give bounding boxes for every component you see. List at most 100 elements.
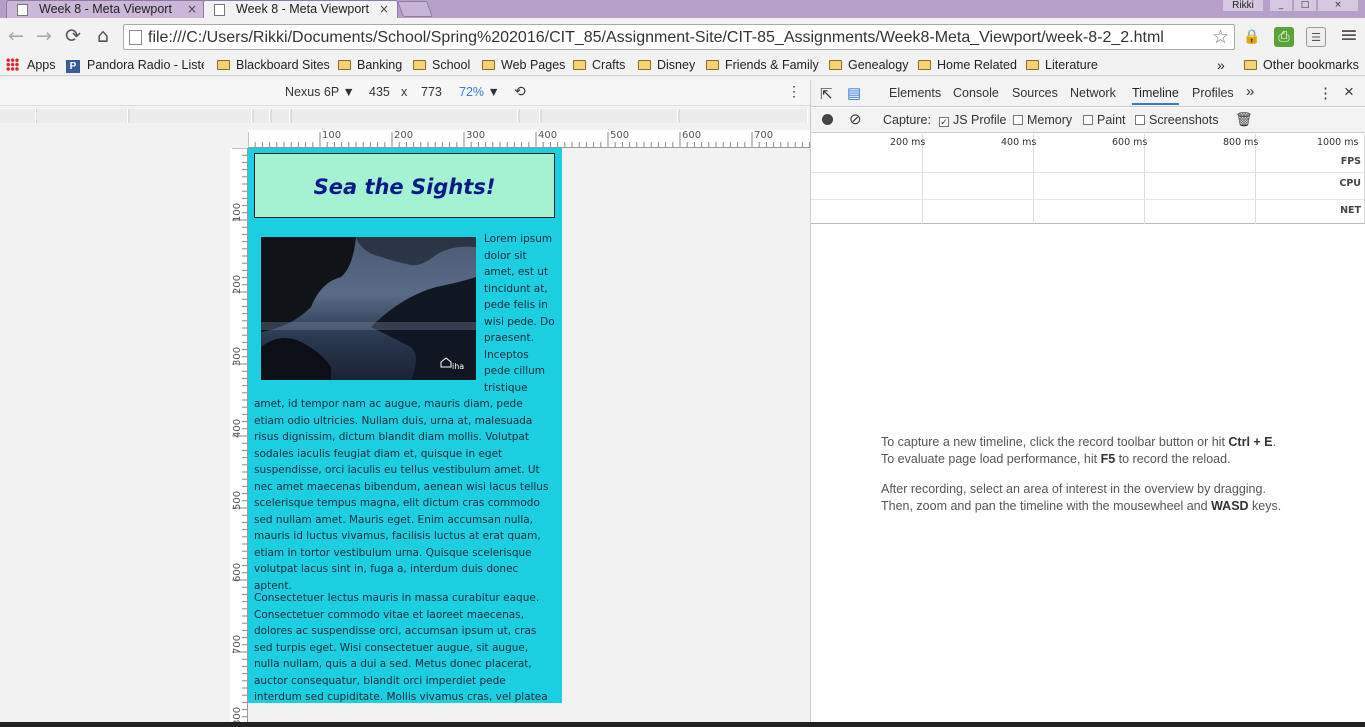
lane-label-net: NET [1340,205,1361,216]
hint-line-2: To evaluate page load performance, hit F… [881,452,1231,466]
device-mode-icon[interactable]: ▤ [847,84,861,102]
tab-timeline[interactable]: Timeline [1132,86,1179,105]
bookmark-folder[interactable]: Home Related [918,57,1017,73]
reader-extension-icon[interactable]: ☰ [1306,27,1326,47]
bookmark-pandora[interactable]: P Pandora Radio - Liste [66,57,204,73]
profile-name[interactable]: Rikki [1223,0,1263,11]
rotate-icon[interactable]: ⟲ [514,83,526,100]
checkbox-memory[interactable]: Memory [1013,113,1072,127]
ruler-label: 400 [538,130,558,141]
apps-grid-icon [6,58,19,71]
trash-icon[interactable]: 🗑 [1235,111,1253,128]
bookmark-star-icon[interactable]: ☆ [1212,26,1229,48]
ruler-label: 500 [610,130,630,141]
bookmark-folder[interactable]: Genealogy [829,57,908,73]
folder-icon [482,60,495,70]
bookmark-folder[interactable]: Disney [638,57,695,73]
print-extension-icon[interactable]: ⎙ [1274,27,1294,47]
bookmark-folder[interactable]: Literature [1026,57,1098,73]
zoom-select[interactable]: 72% ▼ [459,85,500,99]
page-favicon-icon [214,4,225,16]
lane-label-cpu: CPU [1339,178,1361,189]
emulated-viewport[interactable]: Sea the Sights! iha Lorem ipsum dolor si… [248,148,562,703]
checkbox-js-profile[interactable]: ✓ JS Profile [939,113,1007,127]
tab-console[interactable]: Console [953,86,999,100]
taskbar-edge [0,722,1365,727]
viewport-height[interactable]: 773 [421,85,442,99]
tab-network[interactable]: Network [1070,86,1116,100]
record-icon[interactable] [822,114,833,125]
bookmark-apps[interactable]: Apps [6,57,56,73]
address-bar[interactable]: file:///C:/Users/Rikki/Documents/School/… [123,24,1235,50]
window-close-icon[interactable]: × [1318,0,1358,11]
time-mark: 600 ms [1112,137,1148,148]
tab-sources[interactable]: Sources [1012,86,1058,100]
ruler-label: 300 [232,346,243,366]
bookmark-folder[interactable]: Friends & Family [706,57,819,73]
device-more-icon[interactable]: ⋮ [787,83,801,100]
address-url[interactable]: file:///C:/Users/Rikki/Documents/School/… [148,29,1164,47]
folder-icon [413,60,426,70]
checkbox-icon[interactable] [1135,115,1145,125]
coastline-photo: iha [261,237,476,380]
bookmark-folder[interactable]: Crafts [573,57,625,73]
ruler-label: 600 [682,130,702,141]
bookmark-folder[interactable]: Web Pages [482,57,565,73]
bookmarks-overflow-icon[interactable]: » [1217,57,1225,73]
viewport-width[interactable]: 435 [369,85,390,99]
reload-icon[interactable]: ⟳ [62,26,84,48]
bookmark-folder[interactable]: Blackboard Sites [217,57,330,73]
checkbox-screenshots[interactable]: Screenshots [1135,113,1218,127]
minimize-icon[interactable]: _ [1270,0,1292,11]
devtools-close-icon[interactable]: × [1344,82,1354,102]
lock-extension-icon[interactable]: 🔒 [1242,27,1262,47]
devtools-panel: ⇱ ▤ Elements Console Sources Network Tim… [810,80,1365,727]
checkbox-icon[interactable] [1083,115,1093,125]
checkbox-checked-icon[interactable]: ✓ [939,117,949,127]
timeline-overview[interactable]: 200 ms 400 ms 600 ms 800 ms 1000 ms FPS … [811,134,1365,224]
device-select[interactable]: Nexus 6P ▼ [285,85,355,99]
back-arrow-icon[interactable]: ← [5,26,27,48]
browser-tab[interactable]: Week 8 - Meta Viewport × [6,0,206,18]
checkbox-icon[interactable] [1013,115,1023,125]
tab-close-icon[interactable]: × [379,1,389,17]
hint-line-1: To capture a new timeline, click the rec… [881,435,1277,449]
tab-close-icon[interactable]: × [187,1,197,17]
media-segment[interactable] [542,109,678,123]
bookmark-folder[interactable]: School [413,57,470,73]
dropdown-arrow-icon: ▼ [342,85,355,99]
checkbox-paint[interactable]: Paint [1083,113,1126,127]
chrome-menu-icon[interactable]: ≡ [1338,25,1360,48]
site-title: Sea the Sights! [313,175,496,199]
media-segment[interactable] [130,109,252,123]
media-segment[interactable] [520,109,540,123]
devtools-more-icon[interactable]: ⋮ [1318,84,1333,102]
bookmark-folder[interactable]: Banking [338,57,402,73]
media-segment[interactable] [254,109,270,123]
ruler-label: 500 [232,490,243,510]
tab-profiles[interactable]: Profiles [1192,86,1234,100]
media-segment[interactable] [37,109,128,123]
lane-label-fps: FPS [1340,156,1361,167]
new-tab-button[interactable] [397,1,433,17]
clear-icon[interactable]: ⊘ [849,110,862,128]
folder-icon [338,60,351,70]
time-mark: 1000 ms [1317,137,1359,148]
folder-icon [1244,60,1257,70]
forward-arrow-icon[interactable]: → [33,26,55,48]
media-segment[interactable] [272,109,290,123]
tabs-overflow-icon[interactable]: » [1246,83,1254,100]
other-bookmarks[interactable]: Other bookmarks [1244,57,1359,73]
time-mark: 200 ms [890,137,926,148]
home-icon[interactable]: ⌂ [92,26,114,48]
media-segment[interactable] [292,109,518,123]
media-segment[interactable] [0,109,36,123]
tab-elements[interactable]: Elements [889,86,941,100]
maximize-icon[interactable]: □ [1294,0,1316,11]
inspect-element-icon[interactable]: ⇱ [820,85,833,103]
media-query-bar[interactable] [0,109,808,123]
timeline-toolbar: ⊘ Capture: ✓ JS Profile Memory Paint Scre… [811,108,1365,133]
browser-tab-active[interactable]: Week 8 - Meta Viewport × [203,0,398,18]
ruler-label: 600 [232,562,243,582]
media-segment[interactable] [680,109,808,123]
